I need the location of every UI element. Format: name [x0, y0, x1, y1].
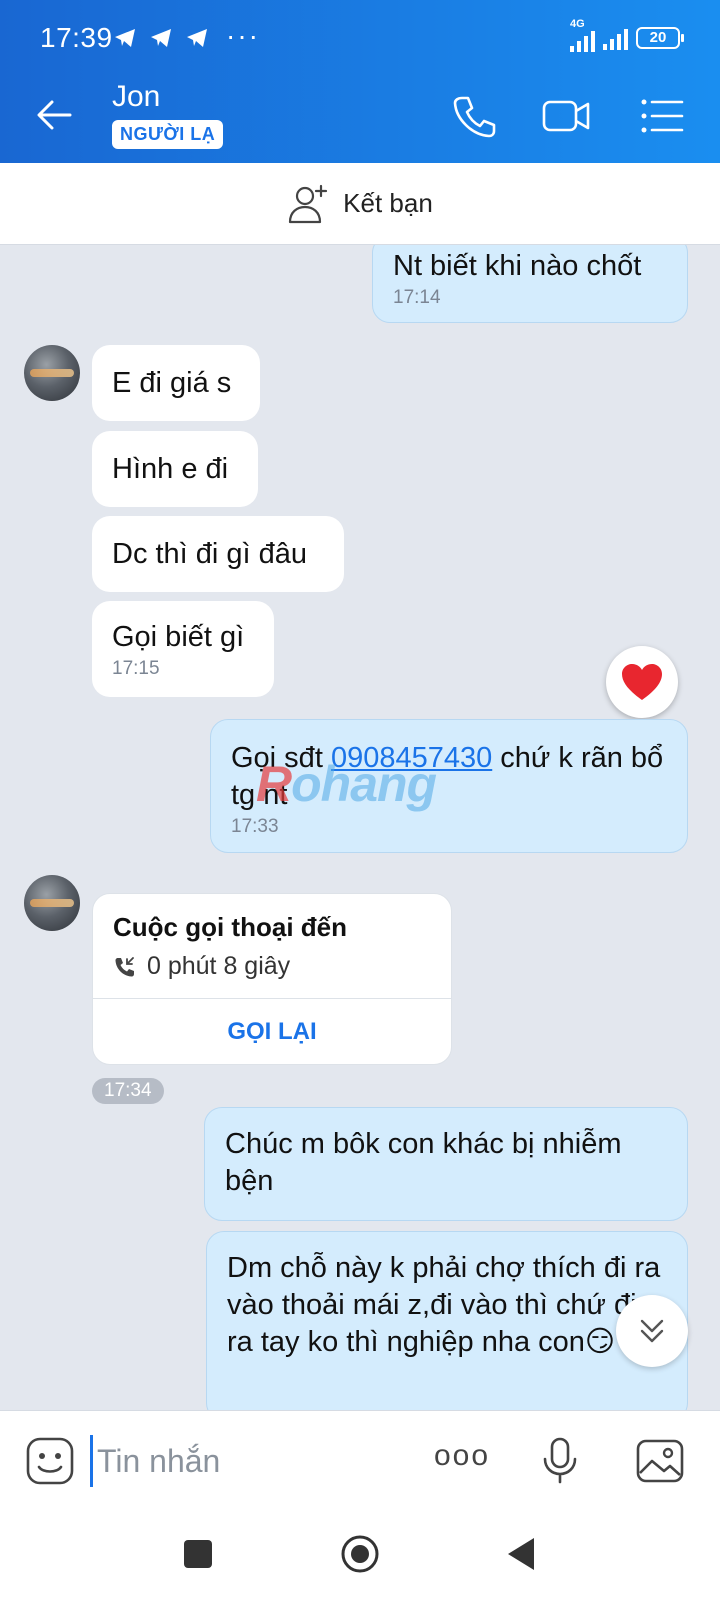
- message-text: Chúc m bôk con khác bị nhiễm bện: [225, 1128, 622, 1197]
- message-bubble-sent[interactable]: Nt biết khi nào chốt 17:14: [372, 245, 688, 323]
- more-options-icon[interactable]: ooo: [434, 1439, 490, 1473]
- call-title: Cuộc gọi thoại đến: [113, 912, 347, 942]
- message-input[interactable]: [90, 1435, 410, 1487]
- message-text: E đi giá s: [112, 367, 232, 399]
- network-type: 4G: [570, 18, 585, 30]
- phone-call-icon[interactable]: [448, 90, 500, 142]
- signal-icon: 4G: [570, 18, 595, 52]
- message-time: 17:14: [393, 287, 441, 308]
- recent-apps-icon[interactable]: [176, 1532, 220, 1576]
- message-text: Gọi biết gì: [112, 621, 245, 653]
- sticker-emoji-icon[interactable]: [24, 1435, 76, 1487]
- double-chevron-down-icon: [640, 1319, 664, 1343]
- message-input-bar: ooo: [0, 1410, 720, 1510]
- contact-name[interactable]: Jon: [112, 80, 160, 114]
- incoming-call-card[interactable]: Cuộc gọi thoại đến 0 phút 8 giây GỌI LẠI: [92, 893, 452, 1065]
- video-call-icon[interactable]: [540, 90, 592, 142]
- incoming-call-icon: [115, 956, 134, 976]
- telegram-icon: [187, 29, 207, 47]
- message-bubble-sent[interactable]: Chúc m bôk con khác bị nhiễm bện: [204, 1107, 688, 1221]
- signal-icon: [603, 26, 628, 50]
- heart-reaction-button[interactable]: [606, 646, 678, 718]
- message-bubble-sent[interactable]: Dm chỗ này k phải chợ thích đi ra vào th…: [206, 1231, 688, 1410]
- scroll-to-bottom-button[interactable]: [616, 1295, 688, 1367]
- message-bubble-received[interactable]: Hình e đi: [92, 431, 258, 507]
- message-text: Nt biết khi nào chốt: [393, 250, 642, 282]
- add-friend-bar[interactable]: Kết bạn: [0, 163, 720, 245]
- heart-icon: [622, 664, 662, 700]
- call-back-button[interactable]: GỌI LẠI: [93, 998, 451, 1066]
- message-bubble-received[interactable]: E đi giá s: [92, 345, 260, 421]
- call-time: 17:34: [92, 1078, 164, 1104]
- message-text: Dc thì đi gì đâu: [112, 538, 308, 570]
- telegram-icon: [151, 29, 171, 47]
- call-duration: 0 phút 8 giây: [147, 952, 291, 980]
- message-text: Dm chỗ này k phải chợ thích đi ra vào th…: [227, 1252, 661, 1358]
- chat-messages[interactable]: Nt biết khi nào chốt 17:14 E đi giá s Hì…: [0, 245, 720, 1410]
- telegram-icon: [115, 29, 135, 47]
- more-notifications-icon: ···: [226, 20, 260, 51]
- message-bubble-received[interactable]: Gọi biết gì 17:15: [92, 601, 274, 697]
- avatar[interactable]: [24, 345, 80, 401]
- message-bubble-received[interactable]: Dc thì đi gì đâu: [92, 516, 344, 592]
- add-user-icon: [289, 184, 328, 223]
- watermark-logo: Rohang: [256, 756, 437, 812]
- message-time: 17:15: [112, 658, 160, 679]
- image-gallery-icon[interactable]: [634, 1435, 686, 1487]
- back-arrow-icon[interactable]: [30, 90, 80, 140]
- status-bar: 17:39 ··· 4G 20: [0, 0, 720, 68]
- status-time: 17:39: [40, 22, 113, 53]
- avatar[interactable]: [24, 875, 80, 931]
- battery-icon: 20: [636, 27, 684, 49]
- back-triangle-icon[interactable]: [500, 1532, 544, 1576]
- message-time: 17:33: [231, 816, 279, 837]
- stranger-badge: NGƯỜI LẠ: [112, 120, 224, 149]
- microphone-icon[interactable]: [534, 1435, 586, 1487]
- home-icon[interactable]: [338, 1532, 382, 1576]
- message-text: Hình e đi: [112, 453, 229, 485]
- menu-list-icon[interactable]: [636, 90, 688, 142]
- chat-header: Jon NGƯỜI LẠ: [0, 68, 720, 163]
- notification-icons: [112, 26, 210, 50]
- add-friend-label: Kết bạn: [343, 188, 433, 218]
- system-navigation-bar: [0, 1510, 720, 1600]
